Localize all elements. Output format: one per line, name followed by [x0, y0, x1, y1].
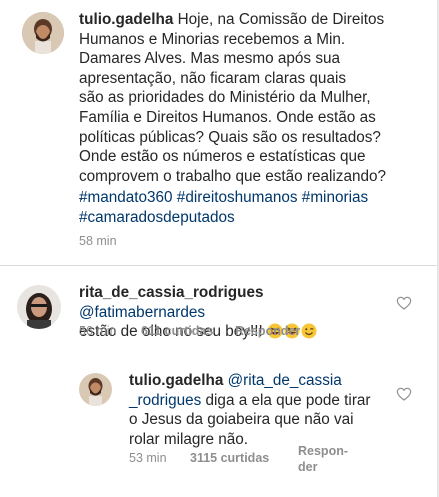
comment-2-timestamp: 53 min	[129, 451, 167, 465]
comment-2-mention-part-2[interactable]: _rodrigues	[129, 392, 201, 409]
comment-1-reply-button[interactable]: Responder	[235, 324, 300, 338]
heart-outline-icon[interactable]	[396, 386, 412, 402]
comment-2-reply-button[interactable]: Respon- der	[298, 443, 348, 475]
caption-text: tulio.gadelha Hoje, na Comissão de Direi…	[79, 10, 431, 206]
comment-1-likes[interactable]: 611 curtidas	[141, 324, 213, 338]
hashtags-line-1[interactable]: #mandato360 #direitoshumanos #minorias	[79, 189, 368, 206]
avatar[interactable]	[79, 373, 112, 406]
comment-2-mention-part-1[interactable]: @rita_de_cassia	[228, 372, 342, 389]
caption-username[interactable]: tulio.gadelha	[79, 11, 173, 28]
caption-timestamp: 58 min	[79, 234, 117, 248]
comment-1-username[interactable]: rita_de_cassia_rodrigues	[79, 284, 264, 301]
comment-2-text: tulio.gadelha @rita_de_cassia _rodrigues …	[129, 371, 399, 449]
comment-2-body-line: diga a ela que pode tirar	[201, 391, 371, 409]
winking-face-icon	[301, 323, 317, 339]
comment-1-mention[interactable]: @fatimabernardes	[79, 304, 205, 321]
avatar[interactable]	[22, 12, 64, 54]
comment-1-timestamp: 56 min	[79, 324, 117, 338]
comment-2-likes[interactable]: 3115 curtidas	[190, 451, 269, 465]
caption-body: Hoje, na Comissão de Direitos Humanos e …	[79, 11, 386, 205]
hashtags-line-2[interactable]: #camaradosdeputados	[79, 209, 235, 226]
avatar[interactable]	[17, 285, 61, 329]
caption-hashtags: #mandato360 #direitoshumanos #minorias #c…	[79, 188, 431, 227]
heart-outline-icon[interactable]	[396, 295, 412, 311]
comment-1-text: rita_de_cassia_rodrigues @fatimabernarde…	[79, 283, 389, 342]
comment-2-username[interactable]: tulio.gadelha	[129, 372, 223, 389]
